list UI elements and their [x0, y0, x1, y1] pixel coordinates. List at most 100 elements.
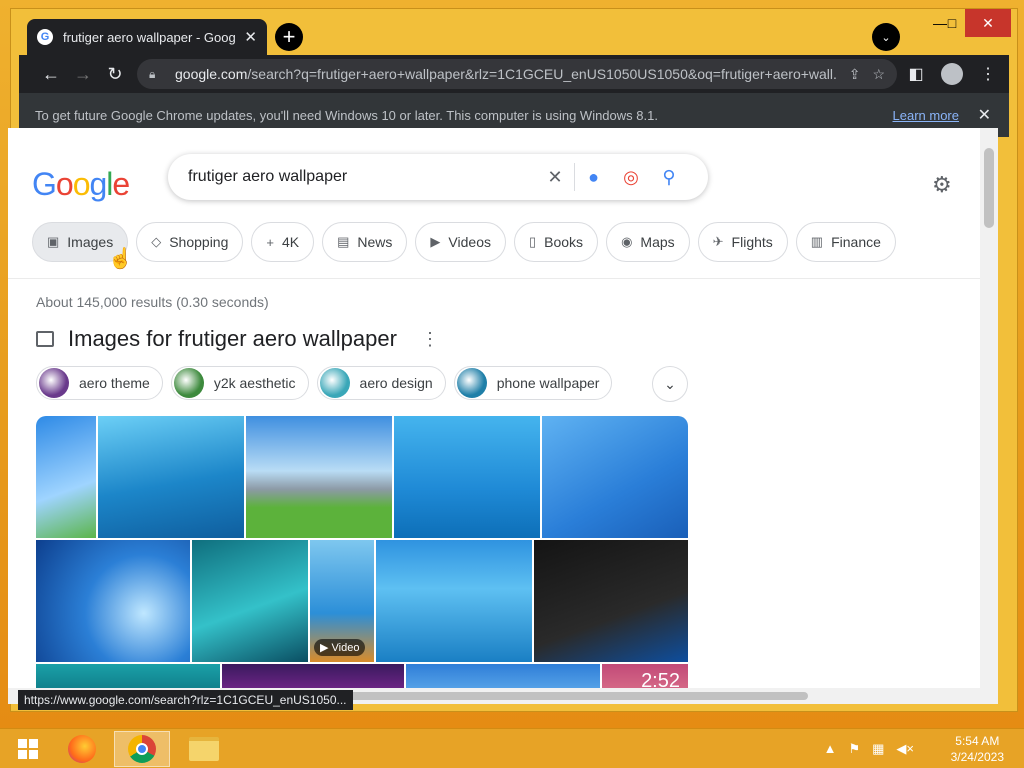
plus-icon: + [266, 234, 274, 250]
profile-avatar-icon[interactable] [937, 59, 967, 89]
taskbar: ▲ ⚑ ▦ ◀× 5:54 AM 3/24/2023 [0, 728, 1024, 768]
clear-x-icon[interactable]: ✕ [536, 167, 574, 188]
chip-thumbnail [319, 368, 350, 398]
image-icon: ▣ [47, 234, 60, 249]
flag-icon[interactable]: ⚑ [848, 741, 860, 757]
reload-icon[interactable]: ↻ [99, 58, 131, 90]
filter-chip-flights[interactable]: ✈ Flights [697, 222, 788, 262]
browser-tab[interactable]: G frutiger aero wallpaper - Google ✕ [27, 19, 267, 55]
search-box[interactable]: frutiger aero wallpaper ✕ ● ◎ ⚲ [168, 154, 708, 200]
filter-chip-maps[interactable]: ◉ Maps [606, 222, 690, 262]
close-window-button[interactable]: ✕ [965, 9, 1011, 37]
lock-icon: 🔒︎ [149, 66, 156, 81]
new-tab-button[interactable]: + [275, 23, 303, 51]
map-pin-icon: ◉ [621, 234, 633, 249]
search-icon[interactable]: ⚲ [650, 167, 688, 188]
related-search-chip[interactable]: phone wallpaper [453, 366, 613, 400]
show-hidden-icons-icon[interactable]: ▲ [824, 741, 837, 757]
chip-label: Videos [448, 234, 491, 250]
related-chip-label: phone wallpaper [496, 375, 600, 391]
share-icon[interactable]: ⇪ [849, 66, 861, 83]
infobar-message: To get future Google Chrome updates, you… [35, 107, 658, 123]
image-result[interactable] [36, 664, 220, 688]
back-arrow-icon[interactable]: ← [35, 58, 67, 90]
vertical-scrollbar[interactable] [980, 128, 998, 688]
status-bar-url: https://www.google.com/search?rlz=1C1GCE… [18, 690, 353, 710]
image-result[interactable] [36, 416, 96, 538]
filter-chip-4k[interactable]: +4K [251, 222, 315, 262]
google-logo[interactable]: Google [32, 166, 130, 203]
chip-thumbnail [39, 368, 69, 398]
firefox-taskbar-icon[interactable] [54, 731, 110, 767]
image-result[interactable] [542, 416, 688, 538]
expand-chevron-icon[interactable]: ⌄ [652, 366, 688, 402]
volume-muted-icon[interactable]: ◀× [896, 741, 914, 757]
system-tray: ▲ ⚑ ▦ ◀× [824, 741, 914, 757]
related-search-chip[interactable]: aero design [316, 366, 446, 400]
chip-label: Books [544, 234, 584, 250]
filter-chip-books[interactable]: ▯ Books [513, 222, 599, 262]
infobar-close-icon[interactable]: ✕ [978, 105, 991, 125]
logo-letter: G [32, 166, 57, 202]
file-explorer-taskbar-icon[interactable] [176, 731, 232, 767]
forward-arrow-icon[interactable]: → [67, 58, 99, 90]
book-icon: ▯ [528, 234, 537, 249]
chrome-taskbar-icon[interactable] [114, 731, 170, 767]
more-options-icon[interactable]: ⋮ [421, 329, 439, 350]
search-filter-chips: ▣ Images ◇ Shopping +4K ▤ News ▶ Videos ▯ Books ◉ Ma… [32, 222, 896, 262]
filter-chip-shopping[interactable]: ◇ Shopping [136, 222, 244, 262]
filter-chip-news[interactable]: ▤ News [322, 222, 408, 262]
image-result[interactable] [222, 664, 404, 688]
image-result[interactable] [246, 416, 392, 538]
image-result[interactable] [406, 664, 600, 688]
microphone-icon[interactable]: ● [574, 163, 612, 191]
scroll-thumb[interactable] [984, 148, 994, 228]
image-result[interactable]: 2:52 [602, 664, 688, 688]
images-heading-text[interactable]: Images for frutiger aero wallpaper [68, 326, 397, 352]
taskbar-clock[interactable]: 5:54 AM 3/24/2023 [951, 733, 1004, 765]
scroll-thumb[interactable] [328, 692, 808, 700]
menu-kebab-icon[interactable]: ⋮ [973, 59, 1003, 89]
related-search-chip[interactable]: aero theme [36, 366, 163, 400]
tag-icon: ◇ [151, 234, 162, 249]
learn-more-link[interactable]: Learn more [893, 108, 959, 123]
url-host: google.com [175, 66, 248, 82]
bookmark-star-icon[interactable]: ☆ [872, 66, 885, 83]
camera-lens-icon[interactable]: ◎ [612, 167, 650, 188]
related-search-chip[interactable]: y2k aesthetic [170, 366, 309, 400]
filter-chip-finance[interactable]: ▥ Finance [795, 222, 896, 262]
start-button[interactable] [0, 731, 56, 767]
news-icon: ▤ [337, 234, 350, 249]
tab-title: frutiger aero wallpaper - Google [63, 29, 237, 45]
settings-gear-icon[interactable]: ⚙ [932, 172, 952, 198]
url-path: /search?q=frutiger+aero+wallpaper&rlz=1C… [247, 66, 837, 82]
video-icon: ▶ [430, 234, 441, 249]
image-result[interactable] [376, 540, 532, 662]
network-icon[interactable]: ▦ [872, 741, 884, 757]
chip-thumbnail [173, 368, 204, 398]
image-result[interactable] [192, 540, 308, 662]
filter-chip-videos[interactable]: ▶ Videos [415, 222, 506, 262]
image-results-grid: ▶ Video 2:52 [36, 416, 688, 688]
tab-close-icon[interactable]: ✕ [244, 28, 257, 46]
related-chip-label: aero design [359, 375, 433, 391]
image-result[interactable] [98, 416, 244, 538]
page-content: Google frutiger aero wallpaper ✕ ● ◎ ⚲ ⚙… [8, 128, 980, 688]
image-icon [36, 331, 54, 347]
maximize-button[interactable]: □ [935, 9, 969, 37]
chip-label: 4K [281, 234, 300, 250]
side-panel-icon[interactable]: ◧ [901, 59, 931, 89]
search-input[interactable]: frutiger aero wallpaper [188, 168, 536, 186]
image-result[interactable] [534, 540, 688, 662]
tab-search-chevron-icon[interactable]: ⌄ [872, 23, 900, 51]
logo-letter: g [89, 166, 107, 202]
image-result[interactable] [394, 416, 540, 538]
taskbar-time: 5:54 AM [955, 734, 1000, 748]
logo-letter: o [72, 166, 91, 202]
image-result[interactable] [36, 540, 190, 662]
video-result[interactable]: ▶ Video [310, 540, 374, 662]
logo-letter: o [55, 166, 74, 202]
address-bar[interactable]: 🔒︎ google.com/search?q=frutiger+aero+wal… [137, 59, 897, 89]
taskbar-date: 3/24/2023 [950, 750, 1004, 764]
chip-label: News [357, 234, 393, 250]
